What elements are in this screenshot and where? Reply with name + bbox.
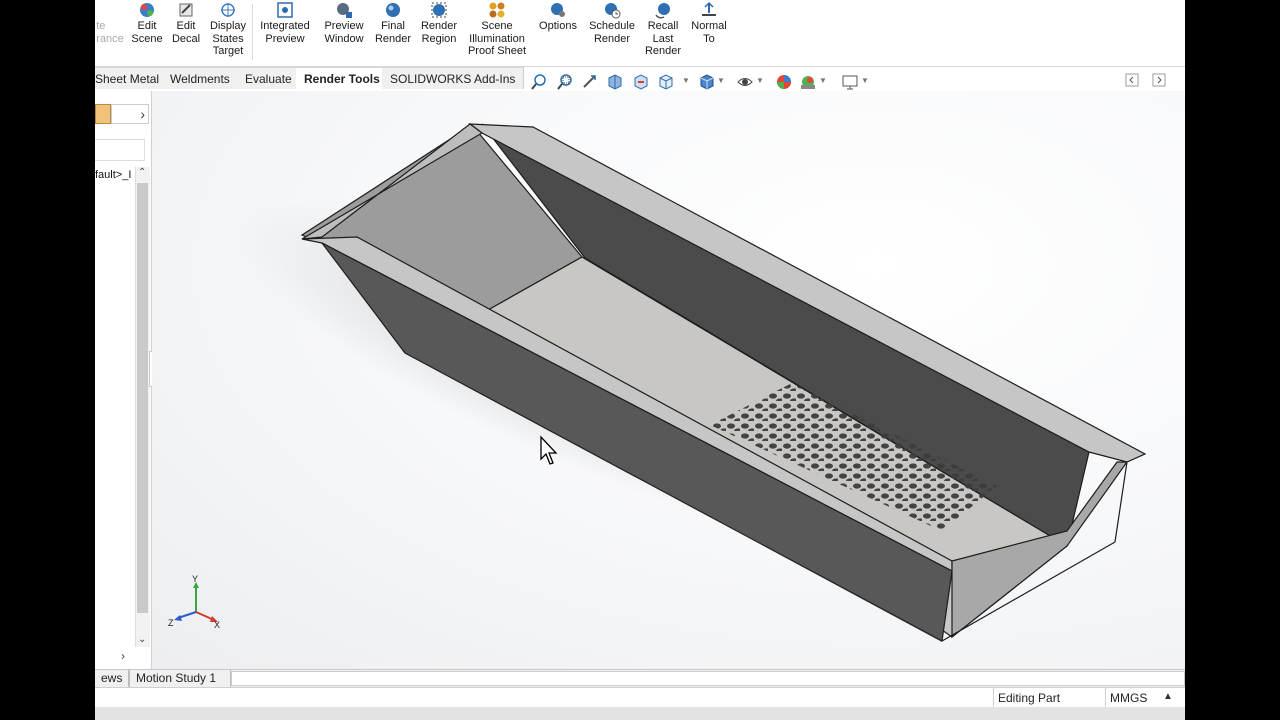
units-menu-up-icon[interactable]: ▲ [1163, 691, 1173, 702]
command-manager-ribbon: te rance Edit Scene Edit Decal Display S… [95, 0, 1185, 67]
chevron-down-icon[interactable]: ▼ [682, 76, 690, 85]
display-style-icon[interactable] [698, 73, 716, 91]
previous-view-icon[interactable] [581, 73, 599, 91]
filter-input[interactable] [95, 139, 145, 161]
edit-scene-icon [140, 3, 154, 17]
z-axis-label: Z [168, 618, 174, 628]
final-render-icon [386, 3, 400, 17]
ribbon-separator [252, 4, 253, 60]
scroll-up-arrow-icon[interactable]: ⌃ [138, 167, 146, 178]
chevron-down-icon[interactable]: ▼ [861, 76, 869, 85]
chevron-down-icon[interactable]: ▼ [819, 76, 827, 85]
feature-manager-panel: › fault>_I ⌃ ⌄ › [95, 91, 156, 669]
display-states-target-button[interactable]: Display States Target [207, 0, 249, 64]
schedule-render-icon [605, 3, 621, 19]
sheet-metal-tray-model[interactable] [152, 91, 1185, 669]
tab-motion-study-1[interactable]: Motion Study 1 [129, 670, 231, 687]
normal-to-icon [702, 1, 716, 16]
tab-views[interactable]: ews [95, 670, 130, 687]
mouse-cursor-icon [540, 435, 558, 465]
x-axis-label: X [214, 620, 221, 630]
unit-system-status[interactable]: MMGS [1105, 688, 1170, 708]
chevron-down-icon[interactable]: ▼ [717, 76, 725, 85]
preview-window-button[interactable]: Preview Window [319, 0, 369, 64]
display-states-icon [221, 3, 235, 17]
scroll-down-arrow-icon[interactable]: ⌄ [138, 634, 146, 645]
status-bar: Editing Part MMGS ▲ [95, 687, 1185, 708]
integrated-preview-button[interactable]: Integrated Preview [257, 0, 313, 64]
tabs-scroll-right-button[interactable]: › [111, 104, 149, 124]
view-orientation-icon[interactable] [657, 73, 675, 91]
recall-last-render-button[interactable]: Recall Last Render [643, 0, 683, 64]
dynamic-annotation-views-icon[interactable] [632, 73, 650, 91]
edit-scene-button[interactable]: Edit Scene [129, 0, 165, 64]
edit-decal-icon [179, 3, 193, 17]
integrated-preview-icon [277, 2, 293, 18]
tab-render-tools[interactable]: Render Tools [296, 67, 389, 89]
schedule-render-button[interactable]: Schedule Render [585, 0, 639, 64]
editing-mode-status: Editing Part [993, 688, 1094, 708]
scrollbar-thumb[interactable] [137, 183, 148, 613]
vertical-scrollbar[interactable]: ⌃ ⌄ [135, 167, 150, 647]
edit-appearance-icon[interactable] [775, 73, 793, 91]
zoom-to-area-icon[interactable] [556, 73, 574, 91]
edit-decal-button[interactable]: Edit Decal [169, 0, 203, 64]
view-settings-icon[interactable] [841, 73, 859, 91]
options-icon [551, 3, 565, 17]
options-button[interactable]: Options [535, 0, 581, 64]
preview-window-icon [337, 3, 352, 18]
normal-to-button[interactable]: Normal To [689, 0, 729, 64]
horizontal-scrollbar[interactable] [231, 671, 1185, 686]
feature-tree-tab-icon[interactable] [95, 104, 111, 124]
tab-solidworks-add-ins[interactable]: SOLIDWORKS Add-Ins [382, 67, 525, 89]
bottom-tab-bar: ews Motion Study 1 [95, 669, 1185, 688]
zoom-to-fit-icon[interactable] [530, 73, 548, 91]
taskbar-strip [95, 707, 1185, 720]
scene-illumination-proof-sheet-button[interactable]: Scene Illumination Proof Sheet [465, 0, 529, 64]
reference-triad: Y X Z [166, 574, 226, 636]
y-axis-label: Y [192, 574, 199, 584]
recall-render-icon [655, 3, 670, 19]
render-region-button[interactable]: Render Region [417, 0, 461, 64]
graphics-area[interactable]: Y X Z [152, 91, 1185, 669]
tab-sheet-metal[interactable]: Sheet Metal [95, 67, 169, 89]
section-view-icon[interactable] [606, 73, 624, 91]
solidworks-window: te rance Edit Scene Edit Decal Display S… [95, 0, 1185, 720]
appearance-button-partial[interactable]: te rance [95, 0, 125, 64]
hide-show-items-icon[interactable] [736, 73, 754, 91]
appearance-icon [103, 1, 117, 19]
panel-collapse-left-icon[interactable] [1125, 73, 1139, 87]
apply-scene-icon[interactable] [799, 73, 817, 91]
tab-weldments[interactable]: Weldments [162, 67, 239, 89]
scene-illumination-icon [489, 2, 505, 18]
panel-collapse-right-icon[interactable] [1152, 73, 1166, 87]
final-render-button[interactable]: Final Render [373, 0, 413, 64]
command-manager-tabs: Sheet Metal Weldments Evaluate Render To… [95, 67, 1185, 92]
render-region-icon [431, 2, 447, 18]
scroll-right-arrow-icon[interactable]: › [121, 649, 125, 663]
tree-item-configuration[interactable]: fault>_I [95, 169, 131, 181]
chevron-down-icon[interactable]: ▼ [756, 76, 764, 85]
tab-evaluate[interactable]: Evaluate [237, 67, 301, 89]
